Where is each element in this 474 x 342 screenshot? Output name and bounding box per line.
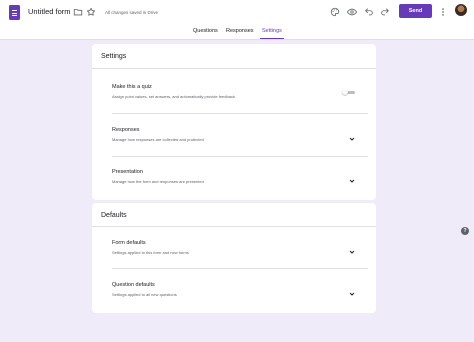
row-subtitle: Manage how the form and responses are pr… [112, 179, 204, 184]
row-title: Presentation [112, 169, 143, 175]
divider [112, 113, 368, 114]
divider [112, 156, 368, 157]
chevron-down-icon[interactable] [348, 130, 356, 141]
row-title: Form defaults [112, 240, 146, 246]
app-header: Untitled form All changes saved in Drive… [0, 0, 474, 40]
chevron-down-icon[interactable] [348, 172, 356, 183]
help-icon[interactable]: ? [461, 227, 469, 235]
row-subtitle: Settings applied to all new questions [112, 292, 177, 297]
divider [112, 268, 368, 269]
defaults-card: Defaults Form defaults Settings applied … [92, 203, 376, 313]
tab-settings[interactable]: Settings [260, 28, 284, 40]
settings-card: Settings Make this a quiz Assign point v… [92, 44, 376, 200]
defaults-title: Defaults [101, 212, 127, 219]
row-title: Make this a quiz [112, 84, 152, 90]
more-vert-icon[interactable] [437, 6, 449, 18]
redo-icon[interactable] [379, 6, 391, 18]
tab-bar: Questions Responses Settings [0, 28, 474, 40]
preview-eye-icon[interactable] [346, 6, 358, 18]
save-status: All changes saved in Drive [105, 10, 159, 15]
settings-title: Settings [101, 53, 127, 60]
avatar[interactable] [455, 4, 467, 16]
tab-questions[interactable]: Questions [193, 28, 218, 40]
star-icon[interactable] [85, 6, 97, 18]
row-subtitle: Settings applied to this form and new fo… [112, 250, 189, 255]
undo-icon[interactable] [363, 6, 375, 18]
row-title: Question defaults [112, 282, 155, 288]
active-tab-indicator [260, 37, 284, 39]
palette-icon[interactable] [329, 6, 341, 18]
row-subtitle: Manage how responses are collected and p… [112, 137, 204, 142]
row-title: Responses [112, 127, 140, 133]
folder-icon[interactable] [72, 6, 84, 18]
divider [92, 68, 376, 69]
quiz-toggle[interactable] [342, 89, 355, 95]
divider [92, 226, 376, 227]
send-button[interactable]: Send [399, 4, 432, 18]
form-title[interactable]: Untitled form [28, 7, 71, 16]
tab-responses[interactable]: Responses [226, 28, 254, 40]
chevron-down-icon[interactable] [348, 243, 356, 254]
form-icon[interactable] [9, 5, 20, 20]
chevron-down-icon[interactable] [348, 285, 356, 296]
row-subtitle: Assign point values, set answers, and au… [112, 94, 235, 99]
